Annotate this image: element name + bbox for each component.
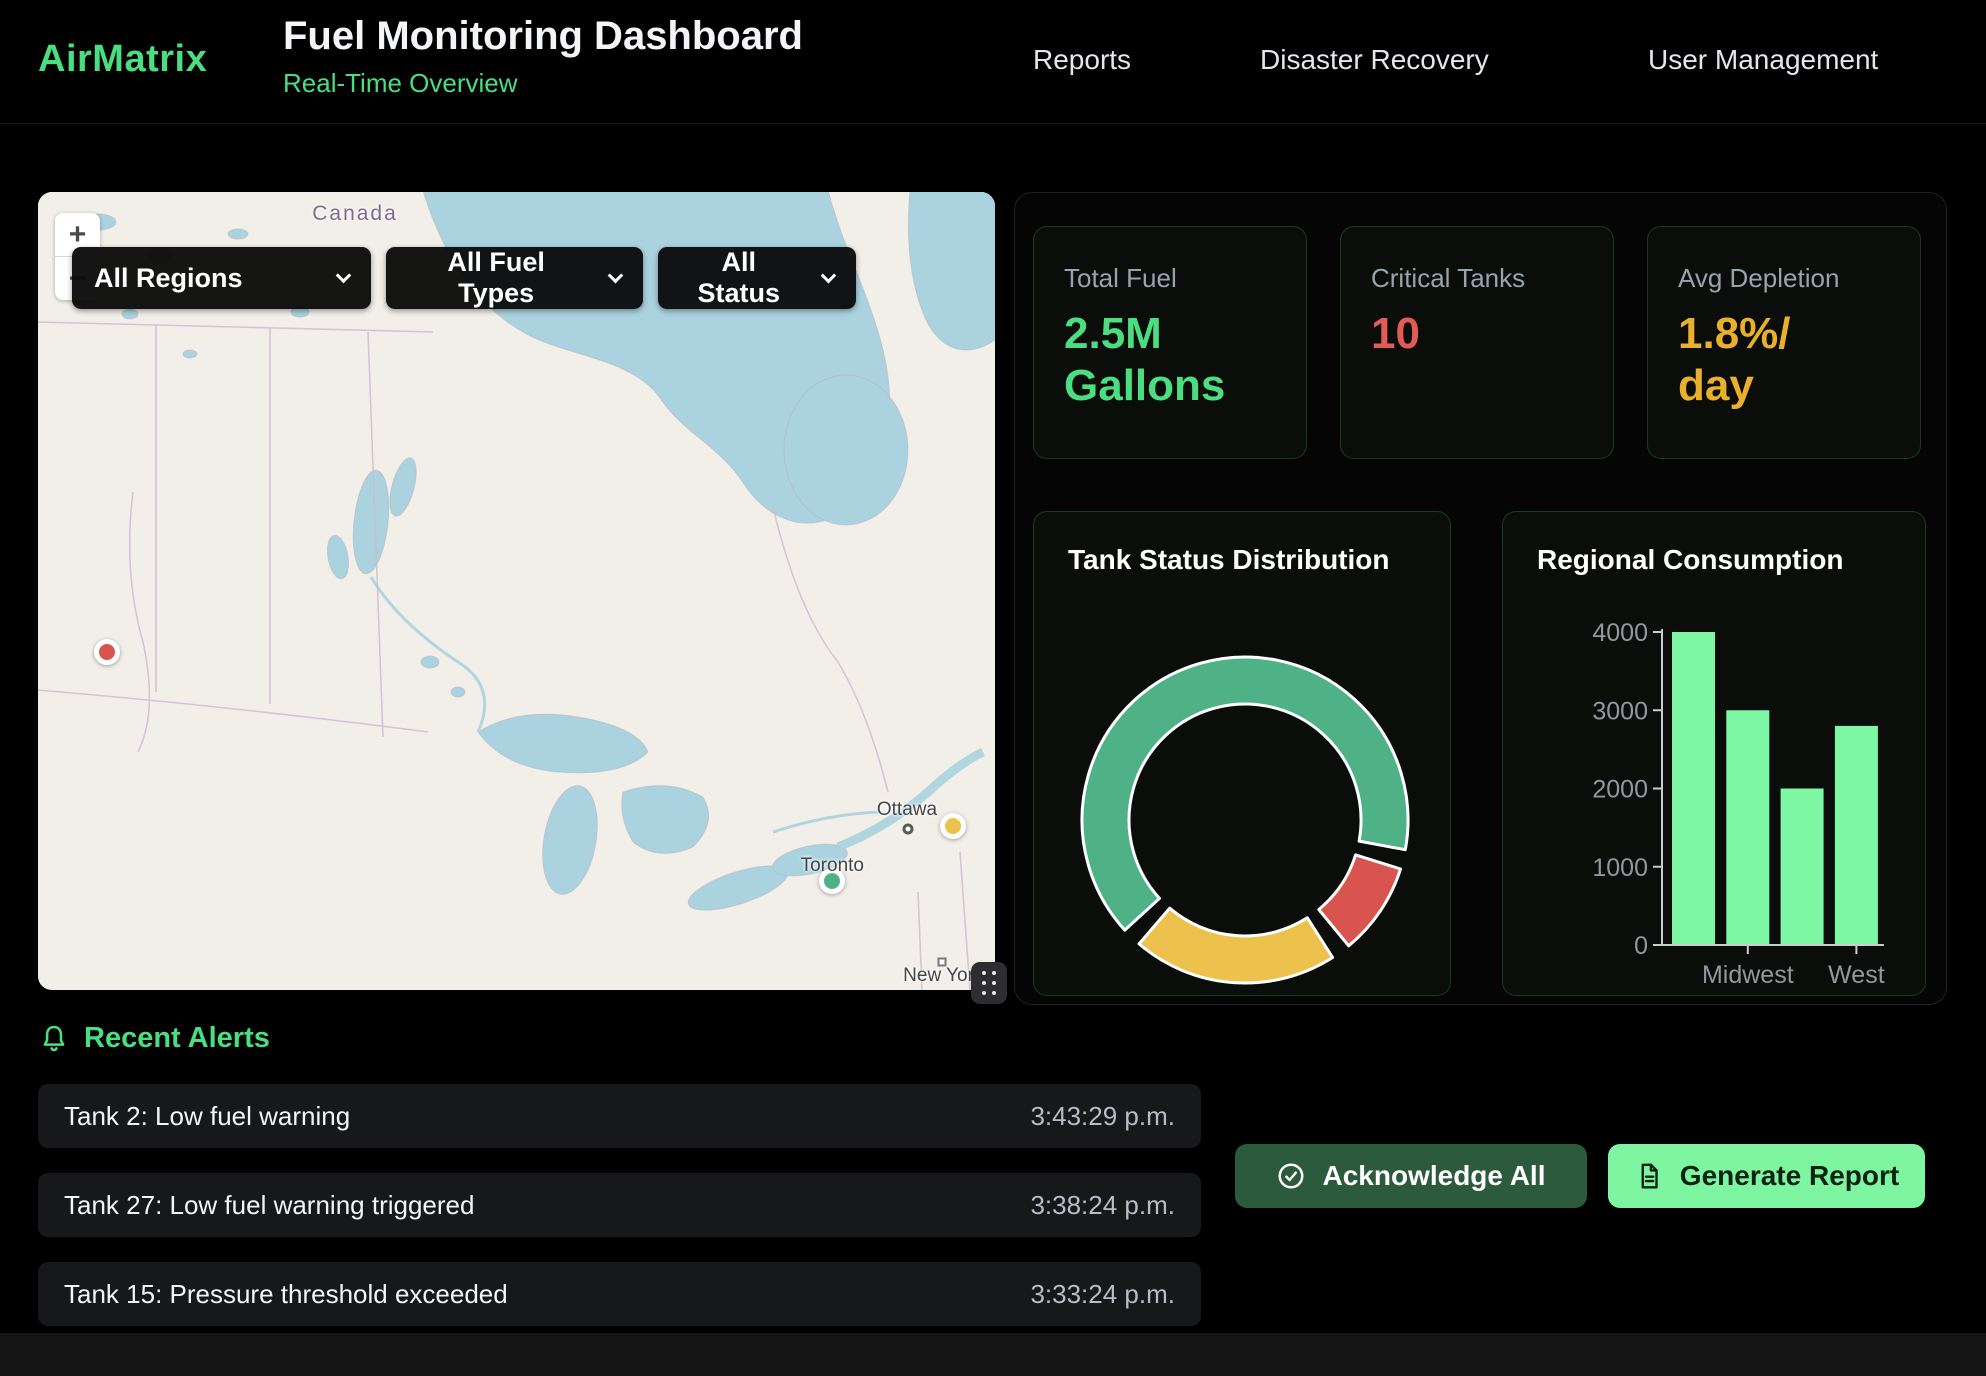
alert-row: Tank 2: Low fuel warning 3:43:29 p.m. <box>38 1084 1201 1148</box>
map-filter-row: All Regions All Fuel Types All Status <box>72 247 856 309</box>
generate-report-button[interactable]: Generate Report <box>1608 1144 1925 1208</box>
nav-item-user-management[interactable]: User Management <box>1648 44 1878 76</box>
map-panel: Canada OttawaTorontoNew York + − All Reg… <box>38 192 995 990</box>
tank-status-donut-chart <box>1034 512 1452 995</box>
map-label-country: Canada <box>312 202 398 226</box>
regional-consumption-card: Regional Consumption 0 1000 2000 3000 4000 Mi… <box>1502 511 1926 996</box>
alert-timestamp: 3:43:29 p.m. <box>1030 1101 1175 1132</box>
region-filter-dropdown[interactable]: All Regions <box>72 247 371 309</box>
generate-report-label: Generate Report <box>1680 1160 1899 1192</box>
svg-text:Midwest: Midwest <box>1702 961 1794 989</box>
map-canvas[interactable]: Canada OttawaTorontoNew York + − All Reg… <box>38 192 995 990</box>
bottom-strip <box>0 1333 1986 1376</box>
alert-text: Tank 2: Low fuel warning <box>64 1101 350 1132</box>
map-resize-grip[interactable] <box>971 962 1007 1004</box>
alert-timestamp: 3:38:24 p.m. <box>1030 1190 1175 1221</box>
stat-card-total-fuel: Total Fuel 2.5MGallons <box>1033 226 1307 459</box>
stat-card-critical-tanks: Critical Tanks 10 <box>1340 226 1614 459</box>
brand-logo: AirMatrix <box>38 38 207 81</box>
chart-title: Tank Status Distribution <box>1068 544 1390 576</box>
acknowledge-all-label: Acknowledge All <box>1322 1160 1545 1192</box>
map-label-toronto: Toronto <box>801 855 864 877</box>
tank-status-distribution-card: Tank Status Distribution <box>1033 511 1451 996</box>
tank-marker-critical[interactable] <box>94 639 120 665</box>
tank-marker-warning[interactable] <box>940 813 966 839</box>
alert-text: Tank 27: Low fuel warning triggered <box>64 1190 474 1221</box>
stat-value: 2.5MGallons <box>1064 308 1276 412</box>
page-title: Fuel Monitoring Dashboard <box>283 14 803 59</box>
metrics-panel: Total Fuel 2.5MGallons Critical Tanks 10… <box>1014 192 1947 1005</box>
svg-text:2000: 2000 <box>1592 776 1648 804</box>
nav-item-disaster-recovery[interactable]: Disaster Recovery <box>1260 44 1489 76</box>
svg-text:0: 0 <box>1634 932 1648 960</box>
recent-alerts-title: Recent Alerts <box>84 1022 270 1055</box>
title-block: Fuel Monitoring Dashboard Real-Time Over… <box>283 14 803 99</box>
recent-alerts-heading: Recent Alerts <box>38 1022 270 1055</box>
chevron-down-icon <box>336 267 352 283</box>
alert-timestamp: 3:33:24 p.m. <box>1030 1279 1175 1310</box>
svg-text:1000: 1000 <box>1592 854 1648 882</box>
alert-row: Tank 15: Pressure threshold exceeded 3:3… <box>38 1262 1201 1326</box>
region-filter-value: All Regions <box>94 263 243 294</box>
svg-text:3000: 3000 <box>1592 697 1648 725</box>
bell-icon <box>38 1023 70 1055</box>
status-filter-value: All Status <box>680 247 797 309</box>
stat-label: Total Fuel <box>1064 263 1276 294</box>
regional-consumption-bar-chart: 0 1000 2000 3000 4000 Midwest West <box>1503 512 1927 995</box>
chevron-down-icon <box>821 267 836 282</box>
svg-text:4000: 4000 <box>1592 619 1648 647</box>
city-dot-ottawa <box>902 823 913 834</box>
chart-title: Regional Consumption <box>1537 544 1843 576</box>
stat-card-avg-depletion: Avg Depletion 1.8%/day <box>1647 226 1921 459</box>
acknowledge-all-button[interactable]: Acknowledge All <box>1235 1144 1587 1208</box>
stat-label: Critical Tanks <box>1371 263 1583 294</box>
map-label-ottawa: Ottawa <box>877 799 937 821</box>
top-nav-bar: AirMatrix Fuel Monitoring Dashboard Real… <box>0 0 1986 124</box>
alert-row: Tank 27: Low fuel warning triggered 3:38… <box>38 1173 1201 1237</box>
stat-label: Avg Depletion <box>1678 263 1890 294</box>
stat-value: 1.8%/day <box>1678 308 1890 412</box>
svg-text:West: West <box>1828 961 1885 989</box>
nav-item-reports[interactable]: Reports <box>1033 44 1131 76</box>
chevron-down-icon <box>608 267 623 282</box>
page-subtitle: Real-Time Overview <box>283 68 803 99</box>
stat-value: 10 <box>1371 308 1583 360</box>
alert-text: Tank 15: Pressure threshold exceeded <box>64 1279 508 1310</box>
status-filter-dropdown[interactable]: All Status <box>658 247 856 309</box>
check-circle-icon <box>1276 1161 1306 1191</box>
fuel-type-filter-value: All Fuel Types <box>408 247 584 309</box>
document-icon <box>1634 1161 1664 1191</box>
fuel-type-filter-dropdown[interactable]: All Fuel Types <box>386 247 643 309</box>
